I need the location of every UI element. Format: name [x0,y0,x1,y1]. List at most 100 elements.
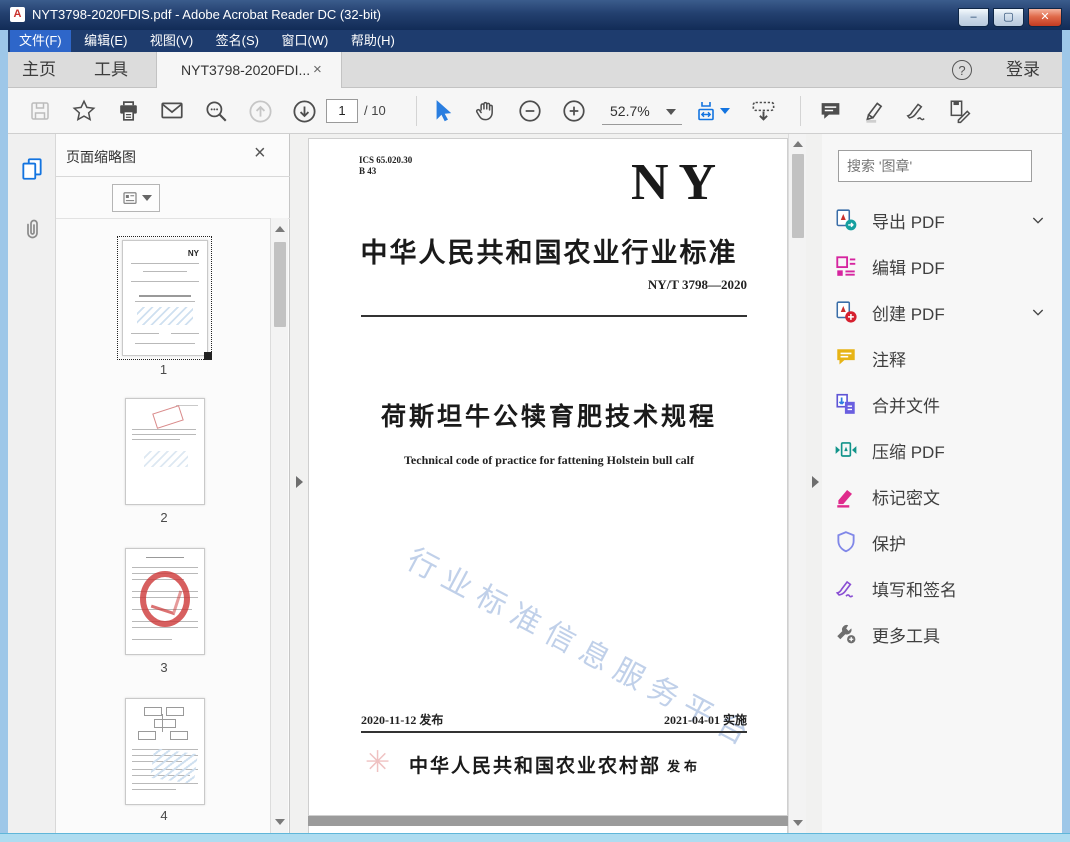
document-scrollbar[interactable] [788,134,806,833]
email-icon [161,102,183,119]
thumbnails-scrollbar[interactable] [270,218,288,833]
tab-tools[interactable]: 工具 [94,52,128,88]
menu-window[interactable]: 窗口(W) [272,30,337,52]
save-icon [31,102,49,120]
tool-edit-pdf[interactable]: 编辑 PDF [834,246,1052,286]
tool-label: 注释 [872,350,906,370]
page-total-label: / 10 [364,103,386,118]
scroll-up-icon[interactable] [793,141,803,147]
comment-button[interactable] [814,88,846,134]
thumbnails-scrollbar-thumb[interactable] [274,242,286,327]
thumb-ny-logo: NY [187,249,199,258]
menu-sign[interactable]: 签名(S) [207,30,268,52]
tool-redact[interactable]: 标记密文 [834,476,1052,516]
window-border-left [0,30,8,842]
tool-compress-pdf[interactable]: 压缩 PDF [834,430,1052,470]
zoom-in-icon [563,100,585,122]
login-button[interactable]: 登录 [1006,52,1040,88]
tool-label: 填写和签名 [872,580,957,600]
menu-view[interactable]: 视图(V) [141,30,202,52]
pdf-page-2-top [308,826,788,833]
zoom-level-value: 52.7% [610,103,650,119]
previous-page-button[interactable] [244,88,276,134]
page-number-input[interactable]: 1 [326,99,358,123]
doc-ny-logo: NY [631,154,727,211]
right-panel-collapse-handle[interactable] [812,476,819,488]
edit-pdf-icon [836,256,856,276]
list-options-icon [122,192,137,204]
scroll-up-icon[interactable] [275,226,285,232]
menu-edit[interactable]: 编辑(E) [75,30,136,52]
tool-create-pdf[interactable]: 创建 PDF [834,292,1052,332]
create-pdf-icon [836,301,857,323]
thumbnail-2-label: 2 [160,510,168,525]
left-panel-collapse-handle[interactable] [296,476,303,488]
panel-close-icon[interactable]: × [254,142,266,165]
thumbnail-page-3[interactable] [125,548,205,655]
print-button[interactable] [112,88,144,134]
zoom-out-button[interactable] [514,88,546,134]
tool-protect[interactable]: 保护 [834,522,1052,562]
combine-files-icon [836,393,855,414]
tool-more-tools[interactable]: 更多工具 [834,614,1052,654]
tool-label: 保护 [872,534,906,554]
tab-document[interactable]: NYT3798-2020FDI... × [156,52,342,88]
select-tool-button[interactable] [426,88,458,134]
tool-fill-sign[interactable]: 填写和签名 [834,568,1052,608]
page-thumbnails-rail-button[interactable] [19,156,45,187]
minimize-button[interactable]: – [958,8,989,27]
save-button[interactable] [24,88,56,134]
thumbnail-1-preview: NY [122,240,208,356]
thumbnail-page-1[interactable]: NY [117,236,212,360]
help-icon[interactable]: ? [952,60,972,80]
fit-width-chevron-icon [720,108,730,114]
thumbnail-page-2[interactable] [125,398,205,505]
attachments-rail-button[interactable] [20,216,44,247]
chevron-down-icon[interactable] [1030,212,1046,228]
thumbnail-1-label: 1 [159,362,168,377]
thumbnail-3-label: 3 [160,660,168,675]
print-icon [119,100,137,121]
maximize-button[interactable]: ▢ [993,8,1024,27]
next-page-button[interactable] [288,88,320,134]
tab-close-icon[interactable]: × [313,52,322,88]
document-scrollbar-thumb[interactable] [792,154,804,238]
doc-standard-number: NY/T 3798—2020 [647,277,747,292]
tool-comment[interactable]: 注释 [834,338,1052,378]
thumbnail-page-4[interactable] [125,698,205,805]
paperclip-icon [27,219,38,239]
zoom-in-button[interactable] [558,88,590,134]
thumbnail-resize-handle[interactable] [204,352,212,360]
tool-label: 导出 PDF [872,212,945,232]
fit-width-button[interactable] [694,88,730,134]
tools-search-input[interactable] [838,150,1032,182]
close-button[interactable]: ✕ [1028,8,1062,27]
tool-label: 合并文件 [872,396,940,416]
menu-bar: 文件(F) 编辑(E) 视图(V) 签名(S) 窗口(W) 帮助(H) [0,30,1070,52]
email-button[interactable] [156,88,188,134]
tool-export-pdf[interactable]: 导出 PDF [834,200,1052,240]
chevron-down-icon[interactable] [1030,304,1046,320]
tab-home[interactable]: 主页 [22,52,56,88]
tool-combine-files[interactable]: 合并文件 [834,384,1052,424]
hand-tool-button[interactable] [470,88,502,134]
doc-rule-top [361,315,747,317]
scroll-down-icon[interactable] [793,820,803,826]
acrobat-window: A NYT3798-2020FDIS.pdf - Adobe Acrobat R… [0,0,1070,842]
main-toolbar: 1 / 10 52.7% [8,88,1062,134]
thumbnail-options-button[interactable] [112,184,160,212]
tab-bar: 主页 工具 NYT3798-2020FDI... × ? 登录 [8,52,1062,88]
reading-mode-button[interactable] [746,88,780,134]
doc-implement-date: 2021-04-01 实施 [664,713,747,727]
doc-title-en: Technical code of practice for fattening… [404,453,694,467]
zoom-level-dropdown[interactable]: 52.7% [602,98,682,125]
highlight-button[interactable] [858,88,890,134]
sign-button[interactable] [901,88,933,134]
menu-file[interactable]: 文件(F) [10,30,71,52]
pdf-app-icon: A [10,7,25,22]
scroll-down-icon[interactable] [275,819,285,825]
star-button[interactable] [68,88,100,134]
stamp-button[interactable] [944,88,976,134]
search-button[interactable] [200,88,232,134]
menu-help[interactable]: 帮助(H) [342,30,404,52]
